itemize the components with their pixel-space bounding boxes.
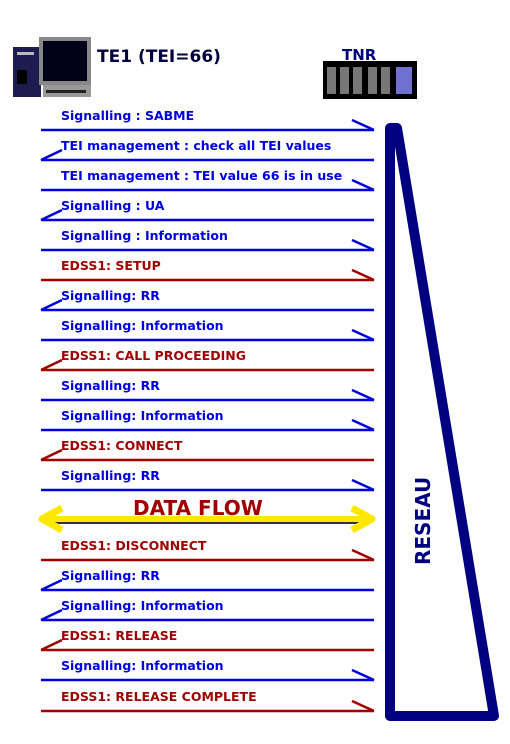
message-6: EDSS1: SETUP xyxy=(41,258,375,282)
arrowhead-right-icon xyxy=(351,548,375,562)
arrowhead-right-icon xyxy=(351,418,375,432)
message-label: EDSS1: RELEASE xyxy=(61,628,177,643)
message-13: Signalling: RR xyxy=(41,468,375,492)
network-label: RESEAU xyxy=(411,477,435,565)
arrowhead-right-icon xyxy=(351,699,375,713)
arrowhead-right-icon xyxy=(351,668,375,682)
message-label: EDSS1: SETUP xyxy=(61,258,161,273)
arrowhead-left-icon xyxy=(40,448,63,462)
message-14: EDSS1: DISCONNECT xyxy=(41,538,375,562)
message-label: TEI management : check all TEI values xyxy=(61,138,331,153)
message-8: Signalling: Information xyxy=(41,318,375,342)
message-label: Signalling: RR xyxy=(61,568,160,583)
tnr-rack-icon xyxy=(323,61,417,99)
message-label: EDSS1: DISCONNECT xyxy=(61,538,207,553)
arrowhead-left-icon xyxy=(40,608,63,622)
message-label: Signalling: Information xyxy=(61,408,224,423)
message-9: EDSS1: CALL PROCEEDING xyxy=(40,348,374,372)
message-label: EDSS1: CONNECT xyxy=(61,438,183,453)
arrowhead-left-icon xyxy=(40,148,63,162)
message-label: Signalling: RR xyxy=(61,288,160,303)
isdn-sequence-diagram: TE1 (TEI=66) TNR RESEAU Signalling : SAB… xyxy=(13,37,499,721)
message-label: Signalling : Information xyxy=(61,228,228,243)
arrowhead-right-icon xyxy=(351,178,375,192)
arrowhead-left-icon xyxy=(40,298,63,312)
message-12: EDSS1: CONNECT xyxy=(40,438,374,462)
arrowhead-right-icon xyxy=(351,268,375,282)
message-label: Signalling: RR xyxy=(61,378,160,393)
message-label: Signalling: RR xyxy=(61,468,160,483)
arrowhead-left-icon xyxy=(40,358,63,372)
message-10: Signalling: RR xyxy=(41,378,375,402)
message-label: Signalling : UA xyxy=(61,198,165,213)
message-1: Signalling : SABME xyxy=(41,108,375,132)
data-flow-label: DATA FLOW xyxy=(133,496,263,520)
arrowhead-right-icon xyxy=(351,328,375,342)
arrowhead-right-icon xyxy=(351,238,375,252)
message-3: TEI management : TEI value 66 is in use xyxy=(41,168,375,192)
message-16: Signalling: Information xyxy=(40,598,374,622)
message-11: Signalling: Information xyxy=(41,408,375,432)
message-label: Signalling: Information xyxy=(61,598,224,613)
message-17: EDSS1: RELEASE xyxy=(40,628,374,652)
message-18: Signalling: Information xyxy=(41,658,375,682)
arrowhead-left-icon xyxy=(40,578,63,592)
message-19: EDSS1: RELEASE COMPLETE xyxy=(41,689,375,713)
arrowhead-right-icon xyxy=(351,478,375,492)
message-label: TEI management : TEI value 66 is in use xyxy=(61,168,342,183)
message-4: Signalling : UA xyxy=(40,198,374,222)
message-label: Signalling: Information xyxy=(61,658,224,673)
computer-icon xyxy=(13,37,91,97)
network-shape xyxy=(385,123,499,721)
message-label: EDSS1: RELEASE COMPLETE xyxy=(61,689,257,704)
message-label: EDSS1: CALL PROCEEDING xyxy=(61,348,246,363)
message-2: TEI management : check all TEI values xyxy=(40,138,374,162)
message-15: Signalling: RR xyxy=(40,568,374,592)
message-label: Signalling : SABME xyxy=(61,108,194,123)
arrowhead-right-icon xyxy=(351,388,375,402)
te-label: TE1 (TEI=66) xyxy=(97,47,221,67)
message-label: Signalling: Information xyxy=(61,318,224,333)
arrowhead-right-icon xyxy=(351,118,375,132)
message-7: Signalling: RR xyxy=(40,288,374,312)
message-5: Signalling : Information xyxy=(41,228,375,252)
arrowhead-left-icon xyxy=(40,638,63,652)
arrowhead-left-icon xyxy=(40,208,63,222)
